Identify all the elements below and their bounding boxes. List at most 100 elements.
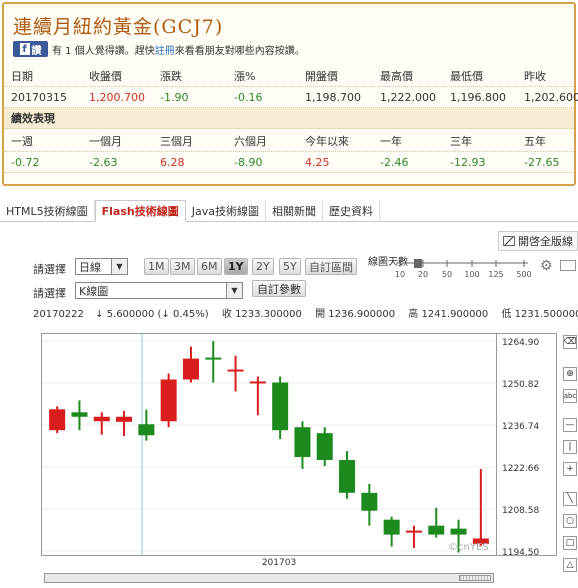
- performance-header-row-cell: 一個月: [89, 135, 122, 148]
- performance-header-row: 一週 一個月 三個月 六個月 今年以來 一年 三年 五年: [4, 131, 574, 152]
- y-tick-label: 1222.66: [502, 464, 539, 474]
- scrollbar-thumb[interactable]: [459, 575, 491, 581]
- quote-header-row: 日期 收盤價 漲跌 漲% 開盤價 最高價 最低價 昨收: [4, 66, 574, 87]
- chevron-down-icon: ▼: [226, 283, 242, 298]
- chart-type-select[interactable]: K線圖 ▼: [75, 282, 243, 299]
- chart-type-select-label: 請選擇: [33, 287, 66, 300]
- facebook-like-suffix: 來看看朋友對哪些內容按讚。: [174, 45, 305, 57]
- circle-icon[interactable]: ○: [563, 514, 577, 528]
- candle-body: [405, 530, 422, 533]
- slider-tick-label: 10: [395, 270, 405, 279]
- y-tick-label: 1264.90: [502, 338, 539, 348]
- performance-header-row-cell: 三年: [450, 135, 472, 148]
- zoom-in-icon[interactable]: ⊕: [563, 367, 577, 381]
- x-axis-label: 201703: [262, 558, 296, 565]
- range-button-3m[interactable]: 3M: [170, 258, 195, 275]
- performance-title: 績效表現: [11, 112, 55, 125]
- facebook-icon: f: [19, 43, 30, 55]
- slider-tick-label: 50: [442, 270, 452, 279]
- tab-5[interactable]: 歷史資料: [323, 200, 380, 222]
- performance-header-row-cell: 三個月: [160, 135, 193, 148]
- chart-svg: 1264.90 1250.82 1236.74 1222.66 1208.58 1194.…: [41, 333, 557, 568]
- quote-header-row-cell: 收盤價: [89, 70, 122, 83]
- period-select-label: 請選擇: [33, 263, 66, 276]
- quote-header-row-cell: 漲%: [234, 70, 256, 83]
- range-button-1m[interactable]: 1M: [144, 258, 169, 275]
- slider-tick-label: 500: [516, 270, 531, 279]
- performance-value-row-cell: 4.25: [305, 155, 330, 169]
- triangle-icon[interactable]: △: [563, 558, 577, 572]
- facebook-like-text: 有 1 個人覺得讚。趕快: [52, 45, 155, 57]
- fullscreen-button[interactable]: 開啓全版線: [498, 231, 578, 251]
- chart-icon: [503, 236, 515, 246]
- candle-body: [294, 427, 311, 458]
- performance-value-row-cell: -27.65: [524, 155, 560, 169]
- range-button-6m[interactable]: 6M: [197, 258, 222, 275]
- horizontal-line-icon[interactable]: —: [563, 418, 577, 432]
- tab-1[interactable]: HTML5技術線圖: [0, 200, 95, 222]
- y-axis-frame: [496, 333, 557, 556]
- custom-params-button[interactable]: 自訂參數: [252, 280, 306, 297]
- line-days-label: 線圖天數: [368, 257, 408, 268]
- quote-value-row: 20170315 1,200.700 -1.90 -0.16 1,198.700 1,22…: [4, 87, 578, 108]
- candle-body: [428, 525, 445, 535]
- candle-body: [227, 369, 244, 372]
- performance-value-row-cell: -0.72: [11, 155, 40, 169]
- performance-value-row-cell: -12.93: [450, 155, 486, 169]
- candlestick-chart[interactable]: 1264.90 1250.82 1236.74 1222.66 1208.58 1194.…: [41, 333, 578, 568]
- performance-header-row-cell: 今年以來: [305, 135, 349, 148]
- performance-header-row-cell: 六個月: [234, 135, 267, 148]
- candle-body: [450, 528, 467, 535]
- eraser-icon[interactable]: ⌫: [563, 335, 577, 349]
- performance-value-row-cell: 6.28: [160, 155, 185, 169]
- candle-body: [249, 381, 266, 384]
- tab-3[interactable]: Java技術線圖: [186, 200, 266, 222]
- register-link[interactable]: 註冊: [155, 42, 175, 57]
- tab-2[interactable]: Flash技術線圖: [94, 200, 186, 222]
- trendline-icon[interactable]: ╲: [563, 492, 577, 506]
- quote-header-row-cell: 日期: [11, 70, 33, 83]
- performance-title-row: 績效表現: [4, 108, 574, 129]
- chevron-down-icon: ▼: [111, 259, 127, 274]
- vertical-line-icon[interactable]: |: [563, 440, 577, 454]
- candle-body: [182, 358, 199, 380]
- quote-header-row-cell: 最低價: [450, 70, 483, 83]
- mail-icon[interactable]: [560, 260, 576, 271]
- candle-body: [93, 416, 110, 422]
- candle-body: [138, 424, 155, 436]
- performance-value-row-cell: -8.90: [234, 155, 263, 169]
- tab-4[interactable]: 相關新聞: [266, 200, 323, 222]
- performance-value-row: -0.72 -2.63 6.28 -8.90 4.25 -2.46 -12.93 -27.65: [4, 152, 574, 173]
- range-button-自訂區間[interactable]: 自訂區間: [305, 258, 357, 275]
- candle-body: [361, 492, 378, 511]
- quote-header-row-cell: 開盤價: [305, 70, 338, 83]
- days-slider[interactable]: 10 20 50 100 125 500: [392, 257, 537, 279]
- watermark: ©cnYES: [448, 542, 489, 553]
- quote-value-row-cell: 20170315: [11, 90, 67, 104]
- slider-handle[interactable]: [414, 259, 422, 268]
- settings-icon[interactable]: ⚙: [540, 258, 553, 274]
- performance-header-row-cell: 五年: [524, 135, 546, 148]
- facebook-like-button[interactable]: f讚: [13, 41, 48, 57]
- candle-body: [116, 416, 133, 422]
- performance-header-row-cell: 一週: [11, 135, 33, 148]
- text-tool-icon[interactable]: abc: [563, 389, 577, 403]
- candle-body: [316, 433, 333, 461]
- period-select[interactable]: 日線 ▼: [75, 258, 128, 275]
- range-button-1y[interactable]: 1Y: [224, 258, 248, 275]
- crosshair-icon[interactable]: +: [563, 462, 577, 476]
- range-button-5y[interactable]: 5Y: [279, 258, 301, 275]
- slider-tick-label: 20: [418, 270, 428, 279]
- chart-scrollbar[interactable]: [44, 573, 494, 583]
- candle-body: [205, 357, 222, 360]
- performance-value-row-cell: -2.63: [89, 155, 118, 169]
- quote-header-row-cell: 最高價: [380, 70, 413, 83]
- candle-body: [272, 382, 289, 431]
- rectangle-icon[interactable]: □: [563, 536, 577, 550]
- plot-frame: [41, 333, 497, 556]
- range-button-2y[interactable]: 2Y: [252, 258, 274, 275]
- tab-bar: HTML5技術線圖 Flash技術線圖 Java技術線圖 相關新聞 歷史資料: [0, 200, 578, 222]
- y-tick-label: 1236.74: [502, 422, 539, 432]
- performance-header-row-cell: 一年: [380, 135, 402, 148]
- quote-value-row-cell: -1.90: [160, 90, 189, 104]
